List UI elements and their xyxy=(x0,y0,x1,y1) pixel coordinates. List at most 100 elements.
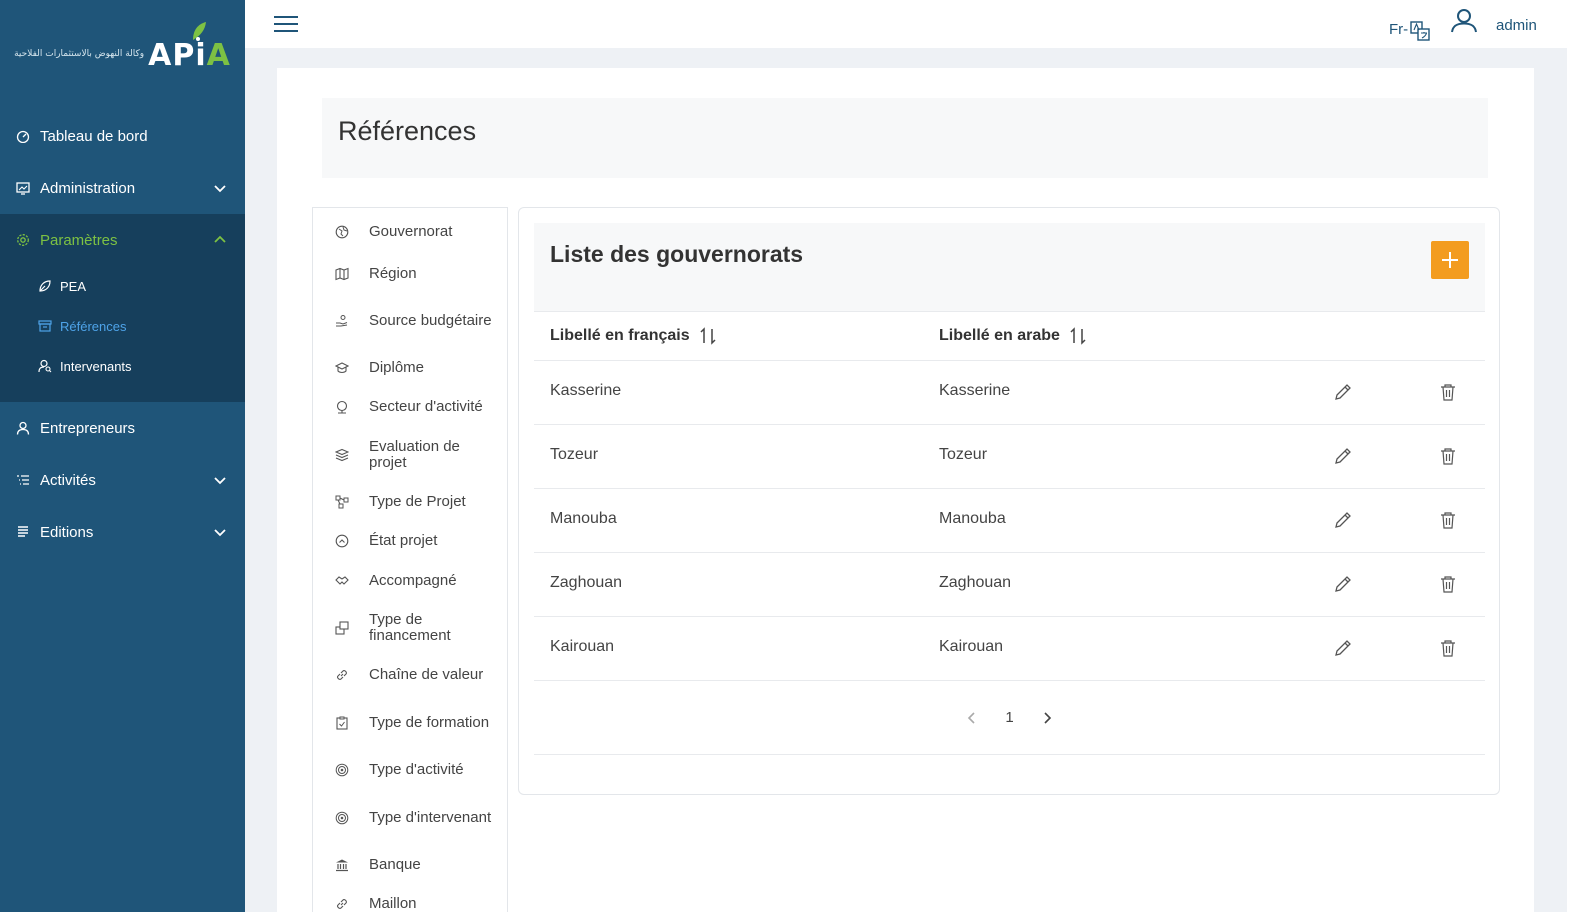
scrollbar[interactable] xyxy=(1567,0,1594,912)
industry-icon xyxy=(335,400,349,414)
target-icon xyxy=(335,811,349,825)
panel-header: Liste des gouvernorats xyxy=(534,223,1485,311)
column-header-francais[interactable]: Libellé en français xyxy=(550,327,717,345)
username[interactable]: admin xyxy=(1496,17,1537,34)
ref-label: Secteur d'activité xyxy=(369,398,483,415)
ref-item-banque[interactable]: Banque xyxy=(313,845,507,884)
chevron-down-icon xyxy=(213,181,227,195)
bank-icon xyxy=(335,858,349,872)
topbar: Fr- admin xyxy=(245,0,1567,48)
archive-icon xyxy=(38,319,52,333)
table-row: Kairouan Kairouan xyxy=(534,617,1485,681)
ref-item-etat-projet[interactable]: État projet xyxy=(313,521,507,561)
ref-item-secteur-activite[interactable]: Secteur d'activité xyxy=(313,387,507,427)
language-label: Fr- xyxy=(1389,20,1409,38)
logo-word-accent: A xyxy=(206,37,231,73)
delete-trash-icon[interactable] xyxy=(1440,575,1456,593)
language-switcher[interactable]: Fr- xyxy=(1389,17,1430,41)
gear-icon xyxy=(16,233,30,247)
ref-item-gouvernorat[interactable]: Gouvernorat xyxy=(313,210,507,254)
edit-pencil-icon[interactable] xyxy=(1333,446,1353,466)
add-button[interactable] xyxy=(1431,241,1469,279)
ref-item-type-formation[interactable]: Type de formation xyxy=(313,695,507,750)
page-number[interactable]: 1 xyxy=(1005,709,1013,726)
delete-trash-icon[interactable] xyxy=(1440,511,1456,529)
chevron-up-icon xyxy=(213,233,227,247)
ref-label: Diplôme xyxy=(369,358,425,376)
table-row: Zaghouan Zaghouan xyxy=(534,553,1485,617)
ref-item-evaluation-projet[interactable]: Evaluation de projet xyxy=(313,427,507,482)
table-row: Manouba Manouba xyxy=(534,489,1485,553)
chevron-left-icon[interactable] xyxy=(965,711,979,725)
document-icon xyxy=(16,525,30,539)
link-icon xyxy=(335,897,349,911)
gouvernorats-panel: Liste des gouvernorats Libellé en frança… xyxy=(518,207,1500,795)
plus-icon xyxy=(1442,252,1458,268)
ref-item-maillon[interactable]: Maillon xyxy=(313,884,507,912)
subnav-label: Références xyxy=(60,318,127,334)
subnav-intervenants[interactable]: Intervenants xyxy=(0,346,245,386)
nav-label: Activités xyxy=(40,471,96,489)
ref-label: Chaîne de valeur xyxy=(369,666,484,683)
chevron-down-icon xyxy=(213,473,227,487)
ref-label: Maillon xyxy=(369,895,417,912)
ref-item-type-activite[interactable]: Type d'activité xyxy=(313,750,507,790)
nav-entrepreneurs[interactable]: Entrepreneurs xyxy=(0,402,245,454)
ref-label: Région xyxy=(369,264,417,282)
ref-label: Type de Projet xyxy=(369,492,466,510)
delete-trash-icon[interactable] xyxy=(1440,639,1456,657)
ref-item-source-budgetaire[interactable]: Source budgétaire xyxy=(313,293,507,348)
leaf-logo-icon xyxy=(193,21,207,41)
money-icon xyxy=(335,620,349,635)
menu-toggle-icon[interactable] xyxy=(274,16,298,34)
table-body: Kasserine Kasserine Tozeur Tozeur Manoub… xyxy=(534,361,1485,681)
delete-trash-icon[interactable] xyxy=(1440,447,1456,465)
nav-administration[interactable]: Administration xyxy=(0,162,245,214)
ref-item-type-projet[interactable]: Type de Projet xyxy=(313,482,507,521)
graduation-icon xyxy=(335,361,349,375)
user-avatar-icon[interactable] xyxy=(1451,8,1477,34)
nav-tableau-de-bord[interactable]: Tableau de bord xyxy=(0,110,245,162)
ref-item-diplome[interactable]: Diplôme xyxy=(313,348,507,387)
main-nav: Tableau de bord Administration Paramètre… xyxy=(0,110,245,558)
chevron-right-icon[interactable] xyxy=(1040,711,1054,725)
edit-pencil-icon[interactable] xyxy=(1333,382,1353,402)
edit-pencil-icon[interactable] xyxy=(1333,574,1353,594)
leaf-icon xyxy=(38,279,52,293)
globe-icon xyxy=(335,225,349,239)
cell-arabe: Kasserine xyxy=(939,382,1011,399)
link-icon xyxy=(335,668,349,682)
ref-item-type-financement[interactable]: Type de financement xyxy=(313,600,507,655)
ref-label: Type de financement xyxy=(369,610,451,644)
translate-icon xyxy=(1410,21,1430,41)
cell-francais: Tozeur xyxy=(550,446,599,463)
ref-label: Gouvernorat xyxy=(369,223,453,240)
ref-item-region[interactable]: Région xyxy=(313,254,507,293)
subnav-pea[interactable]: PEA xyxy=(0,266,245,306)
nav-parametres[interactable]: Paramètres xyxy=(0,214,245,266)
hand-coin-icon xyxy=(335,314,349,328)
edit-pencil-icon[interactable] xyxy=(1333,638,1353,658)
cell-francais: Zaghouan xyxy=(550,574,623,591)
ref-item-chaine-valeur[interactable]: Chaîne de valeur xyxy=(313,655,507,695)
ref-label: Evaluation de projet xyxy=(369,437,460,471)
cell-arabe: Tozeur xyxy=(939,446,988,463)
ref-item-accompagne[interactable]: Accompagné xyxy=(313,561,507,600)
nav-label: Tableau de bord xyxy=(40,127,148,145)
table-row: Kasserine Kasserine xyxy=(534,361,1485,425)
page-title: Références xyxy=(338,116,477,146)
subnav-label: PEA xyxy=(60,278,87,294)
nav-label: Entrepreneurs xyxy=(40,419,136,437)
apia-logo[interactable]: وكالة النهوض بالاستثمارات الفلاحية APiA xyxy=(0,0,245,110)
delete-trash-icon[interactable] xyxy=(1440,383,1456,401)
parametres-subnav: PEA Références Intervenants xyxy=(0,266,245,402)
nav-editions[interactable]: Editions xyxy=(0,506,245,558)
column-header-arabe[interactable]: Libellé en arabe xyxy=(939,327,1087,345)
nav-activites[interactable]: Activités xyxy=(0,454,245,506)
edit-pencil-icon[interactable] xyxy=(1333,510,1353,530)
ref-item-type-intervenant[interactable]: Type d'intervenant xyxy=(313,790,507,845)
sidebar: وكالة النهوض بالاستثمارات الفلاحية APiA … xyxy=(0,0,245,912)
gauge-icon xyxy=(16,129,30,143)
subnav-references[interactable]: Références xyxy=(0,306,245,346)
table-row: Tozeur Tozeur xyxy=(534,425,1485,489)
